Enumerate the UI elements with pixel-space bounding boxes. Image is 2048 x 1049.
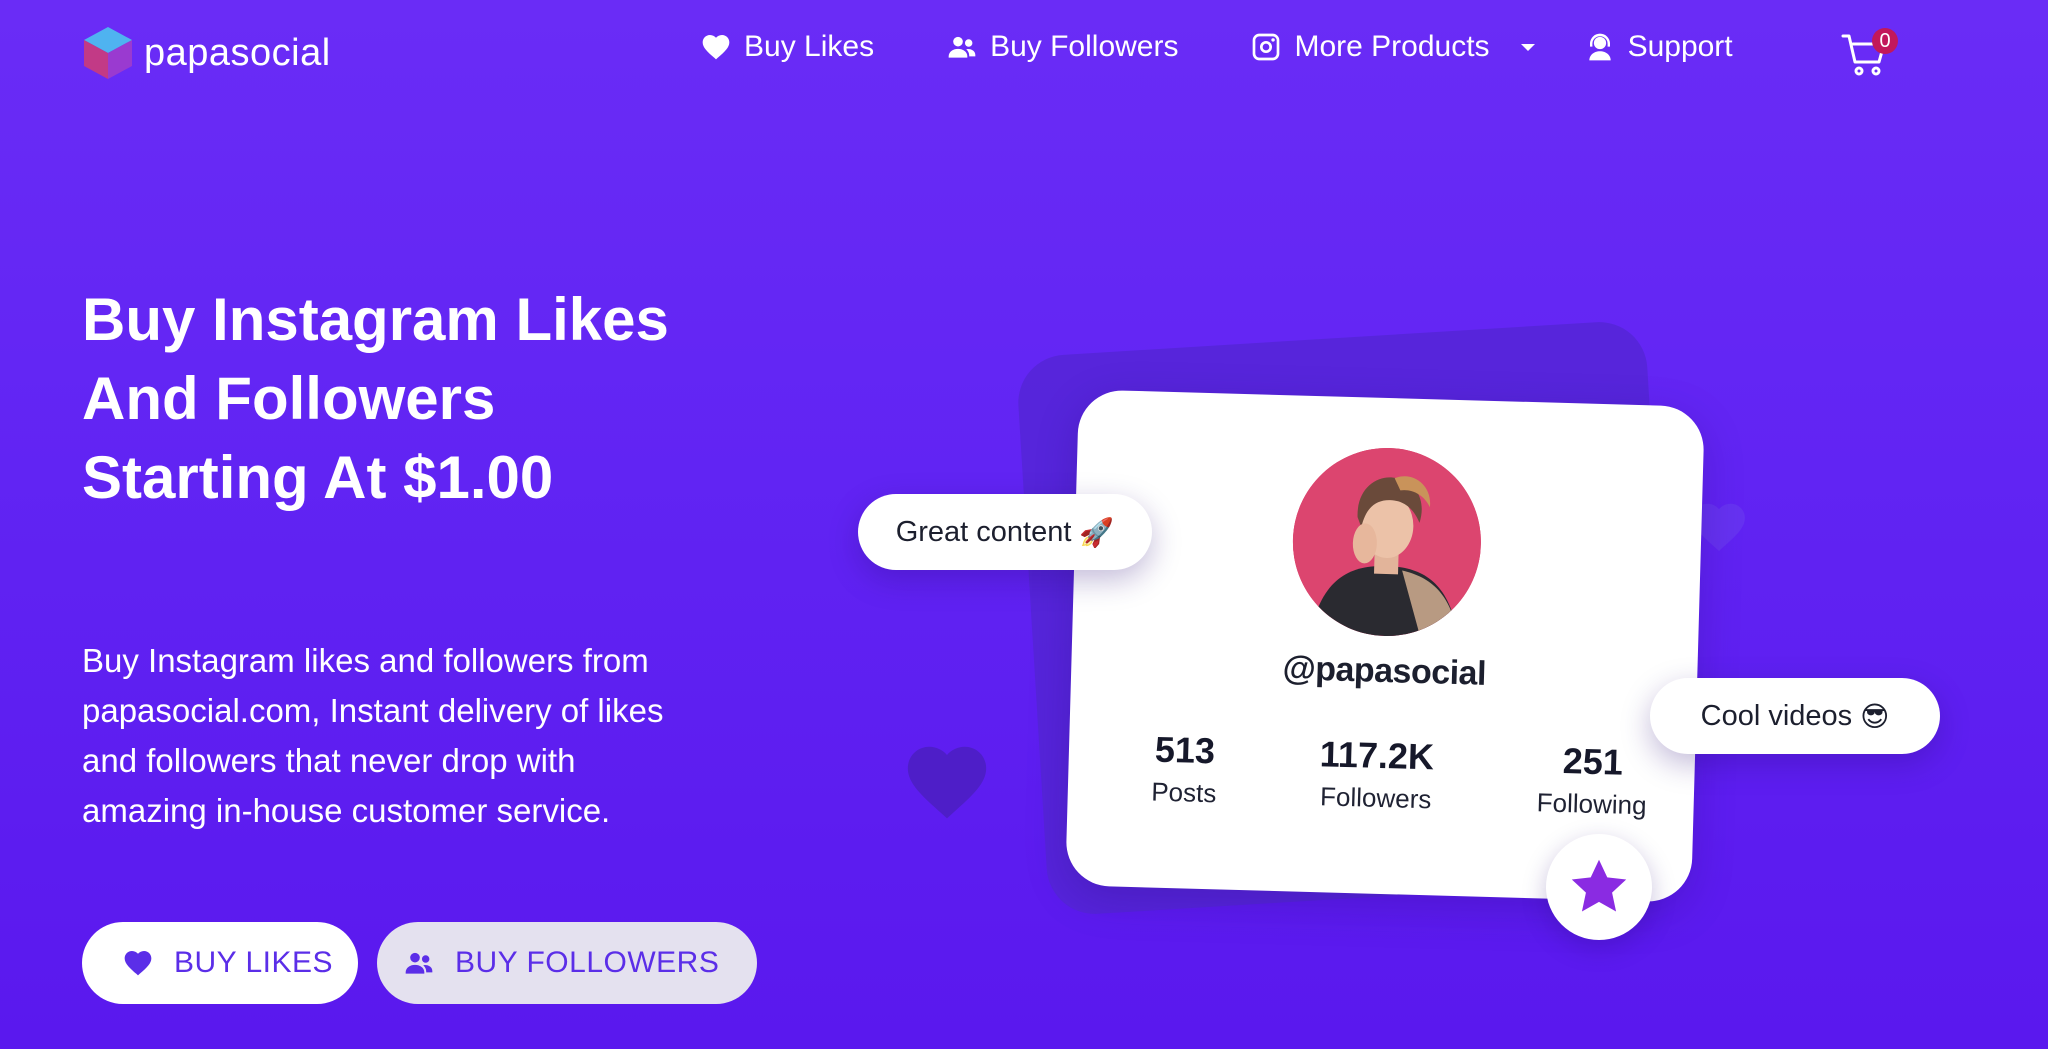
buy-followers-button[interactable]: BUY FOLLOWERS	[377, 922, 757, 1004]
profile-card: @papasocial 513 Posts 117.2K Followers 2…	[1065, 389, 1705, 903]
cart-count-badge: 0	[1872, 28, 1898, 54]
nav-buy-likes[interactable]: Buy Likes	[700, 30, 874, 64]
logo-text: papasocial	[144, 31, 331, 74]
heart-icon	[124, 951, 152, 976]
stat-value: 117.2K	[1319, 733, 1435, 778]
rocket-icon: 🚀	[1079, 515, 1115, 549]
star-icon	[1571, 859, 1627, 912]
logo-cube-icon	[84, 27, 132, 79]
stat-value: 251	[1562, 740, 1624, 783]
navbar: papasocial Buy Likes Buy Followers More …	[0, 0, 2048, 112]
main-nav: Buy Likes Buy Followers More Products Su…	[700, 30, 1805, 64]
nav-buy-likes-label: Buy Likes	[744, 30, 875, 63]
support-agent-icon	[1588, 33, 1611, 61]
stat-followers: 117.2K Followers	[1285, 731, 1467, 818]
stat-posts: 513 Posts	[1093, 726, 1275, 813]
logo-link[interactable]: papasocial	[82, 25, 331, 81]
nav-more-products-label: More Products	[1294, 30, 1490, 63]
bubble-text: Great content	[895, 515, 1072, 548]
instagram-icon	[1253, 33, 1280, 61]
decorative-heart-icon	[907, 746, 987, 819]
buy-likes-button-label: BUY LIKES	[174, 946, 334, 979]
comment-bubble-great-content: Great content 🚀	[858, 494, 1152, 570]
stat-following: 251 Following	[1501, 737, 1683, 824]
profile-handle: @papasocial	[1282, 649, 1487, 693]
comment-bubble-cool-videos: Cool videos 😎	[1650, 678, 1940, 754]
stat-value: 513	[1154, 728, 1216, 772]
nav-buy-followers[interactable]: Buy Followers	[946, 30, 1178, 64]
nav-support-label: Support	[1627, 30, 1733, 63]
stat-label: Following	[1536, 787, 1647, 821]
star-badge	[1546, 834, 1652, 940]
nav-more-products[interactable]: More Products	[1250, 30, 1539, 64]
nav-buy-followers-label: Buy Followers	[990, 30, 1179, 63]
stat-label: Followers	[1319, 781, 1432, 815]
buy-followers-button-label: BUY FOLLOWERS	[455, 946, 720, 979]
stat-label: Posts	[1150, 776, 1217, 809]
hero-description: Buy Instagram likes and followers from p…	[82, 642, 664, 829]
nav-support[interactable]: Support	[1584, 30, 1733, 64]
sunglasses-emoji-icon: 😎	[1860, 699, 1890, 733]
bubble-text: Cool videos	[1700, 699, 1853, 732]
buy-likes-button[interactable]: BUY LIKES	[82, 922, 358, 1004]
users-icon	[948, 36, 976, 58]
avatar-photo	[1290, 445, 1484, 639]
avatar	[1290, 445, 1484, 639]
users-icon	[405, 952, 433, 974]
hero-title: Buy Instagram Likes And Followers Starti…	[82, 286, 669, 511]
cart-button[interactable]: 0	[1840, 28, 1898, 84]
chevron-down-icon	[1520, 44, 1535, 51]
heart-icon	[702, 35, 730, 60]
